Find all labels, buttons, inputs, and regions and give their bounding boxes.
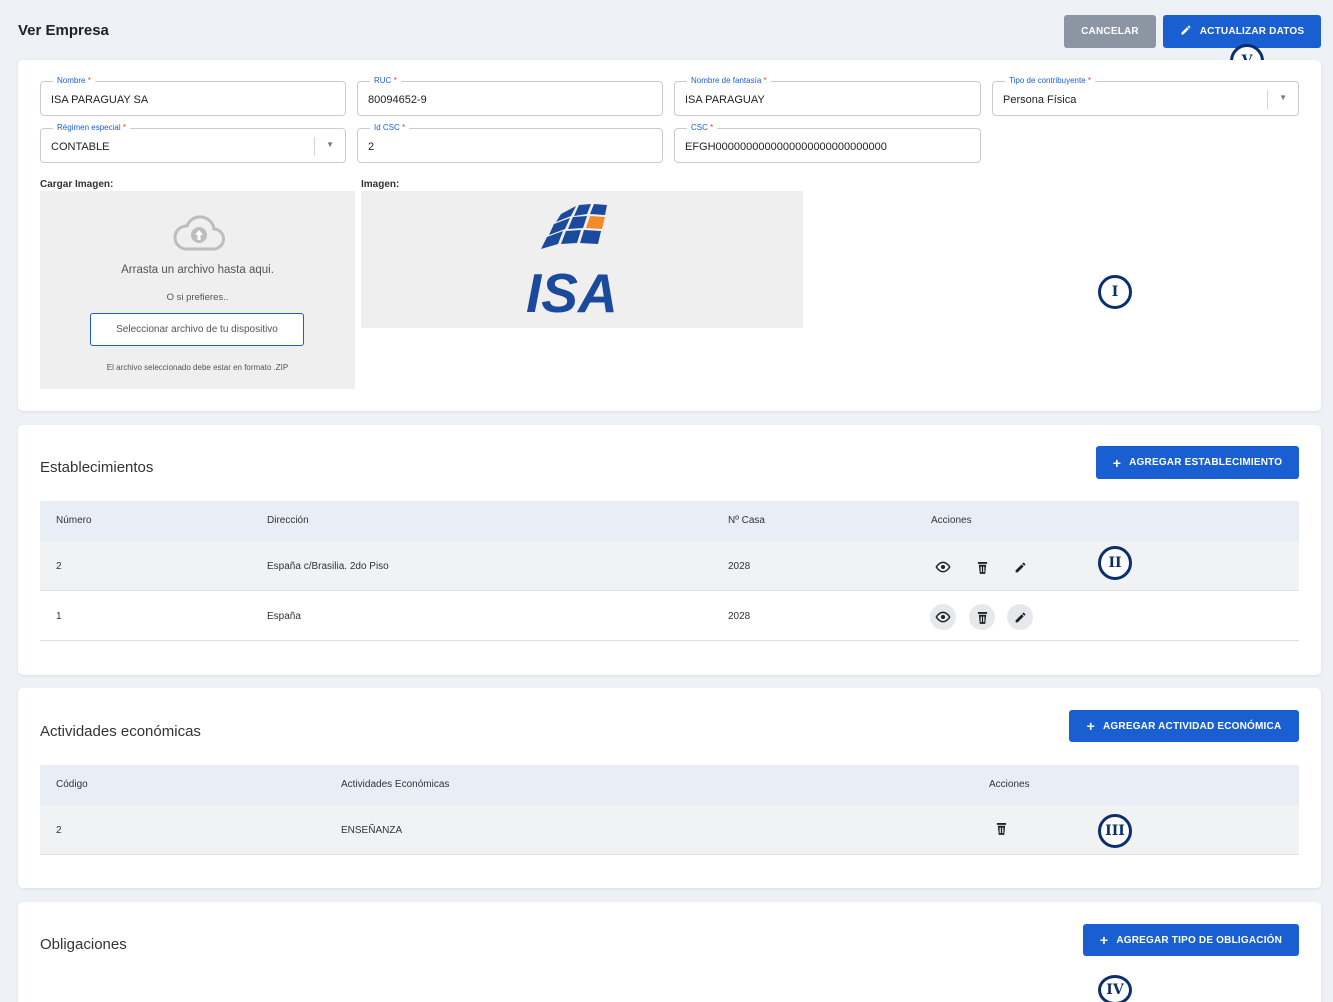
annotation-marker-iii: III: [1098, 814, 1132, 848]
column-header: Número: [56, 515, 92, 526]
add-actividad-label: AGREGAR ACTIVIDAD ECONÓMICA: [1103, 720, 1282, 732]
cell-casa: 2028: [728, 611, 751, 622]
cell-direccion: España: [267, 611, 301, 622]
ruc-value: 80094652-9: [368, 94, 427, 106]
or-text: O si prefieres..: [166, 292, 229, 303]
idcsc-value: 2: [368, 141, 375, 153]
cloud-upload-icon: [173, 215, 225, 251]
nombre-value: ISA PARAGUAY SA: [51, 94, 149, 106]
regimen-label: Régimen especial: [57, 123, 121, 132]
page-title: Ver Empresa: [18, 22, 109, 39]
pencil-icon: [1180, 24, 1192, 39]
upload-label: Cargar Imagen:: [40, 179, 114, 190]
dropdown-arrow-icon[interactable]: ▼: [326, 140, 334, 149]
ruc-label: RUC: [374, 76, 392, 85]
cell-numero: 2: [56, 561, 62, 572]
annotation-marker-i: I: [1098, 275, 1132, 309]
edit-icon[interactable]: [1007, 554, 1033, 580]
cell-codigo: 2: [56, 825, 62, 836]
cell-numero: 1: [56, 611, 62, 622]
view-icon[interactable]: [930, 554, 956, 580]
plus-icon: +: [1099, 932, 1109, 948]
table-row[interactable]: 1 España 2028: [40, 591, 1299, 641]
add-obligacion-label: AGREGAR TIPO DE OBLIGACIÓN: [1116, 934, 1283, 946]
establecimientos-title: Establecimientos: [40, 459, 154, 476]
delete-icon[interactable]: [988, 815, 1014, 841]
actividades-title: Actividades económicas: [40, 723, 201, 740]
csc-label: CSC: [691, 123, 708, 132]
tipo-contribuyente-select[interactable]: Tipo de contribuyente * Persona Física ▼: [992, 76, 1299, 116]
actividades-table-header: Código Actividades Económicas Acciones: [40, 765, 1299, 805]
csc-field[interactable]: CSC * EFGH0000000000000000000000000000: [674, 123, 981, 163]
image-label: Imagen:: [361, 179, 400, 190]
cell-actividad: ENSEÑANZA: [341, 825, 403, 836]
edit-icon[interactable]: [1007, 604, 1033, 630]
csc-value: EFGH0000000000000000000000000000: [685, 141, 887, 153]
column-header: Nº Casa: [728, 515, 765, 526]
cell-direccion: España c/Brasilia. 2do Piso: [267, 561, 389, 572]
contribuyente-label: Tipo de contribuyente: [1009, 76, 1086, 85]
column-header: Código: [56, 779, 88, 790]
regimen-value: CONTABLE: [51, 141, 110, 153]
idcsc-label: Id CSC: [374, 123, 400, 132]
dropdown-arrow-icon[interactable]: ▼: [1279, 93, 1287, 102]
cell-casa: 2028: [728, 561, 751, 572]
establecimientos-table-header: Número Dirección Nº Casa Acciones: [40, 501, 1299, 541]
select-file-button[interactable]: Seleccionar archivo de tu dispositivo: [90, 313, 304, 346]
ruc-field[interactable]: RUC * 80094652-9: [357, 76, 663, 116]
add-establecimiento-button[interactable]: + AGREGAR ESTABLECIMIENTO: [1096, 446, 1299, 479]
cancel-button[interactable]: CANCELAR: [1064, 15, 1156, 48]
page-header: Ver Empresa CANCELAR ACTUALIZAR DATOS: [0, 0, 1333, 60]
nombre-label: Nombre: [57, 76, 86, 85]
nombre-fantasia-field[interactable]: Nombre de fantasía * ISA PARAGUAY: [674, 76, 981, 116]
update-label: ACTUALIZAR DATOS: [1199, 26, 1305, 37]
view-icon[interactable]: [930, 604, 956, 630]
add-actividad-button[interactable]: + AGREGAR ACTIVIDAD ECONÓMICA: [1069, 710, 1299, 742]
add-obligacion-button[interactable]: + AGREGAR TIPO DE OBLIGACIÓN: [1083, 924, 1299, 956]
logo-text: ISA: [526, 262, 618, 324]
column-header: Actividades Económicas: [341, 779, 450, 790]
obligaciones-title: Obligaciones: [40, 936, 127, 953]
column-header: Acciones: [931, 515, 972, 526]
annotation-marker-ii: II: [1098, 546, 1132, 580]
actividades-card: Actividades económicas + AGREGAR ACTIVID…: [18, 688, 1321, 888]
company-form-card: Nombre * ISA PARAGUAY SA RUC * 80094652-…: [18, 60, 1321, 411]
drag-text: Arrasta un archivo hasta aqui.: [121, 264, 274, 276]
annotation-marker-iv: IV: [1098, 975, 1132, 1002]
column-header: Acciones: [989, 779, 1030, 790]
fantasia-label: Nombre de fantasía: [691, 76, 762, 85]
nombre-field[interactable]: Nombre * ISA PARAGUAY SA: [40, 76, 346, 116]
format-hint: El archivo seleccionado debe estar en fo…: [106, 363, 289, 372]
company-image-preview: ISA: [361, 191, 803, 328]
isa-logo: ISA: [526, 204, 618, 324]
regimen-especial-select[interactable]: Régimen especial * CONTABLE ▼: [40, 123, 346, 163]
id-csc-field[interactable]: Id CSC * 2: [357, 123, 663, 163]
fantasia-value: ISA PARAGUAY: [685, 94, 765, 106]
file-drop-zone[interactable]: Arrasta un archivo hasta aqui. O si pref…: [40, 191, 355, 389]
contribuyente-value: Persona Física: [1003, 94, 1077, 106]
delete-icon[interactable]: [969, 554, 995, 580]
plus-icon: +: [1086, 718, 1095, 734]
update-data-button[interactable]: ACTUALIZAR DATOS: [1163, 15, 1321, 48]
cancel-label: CANCELAR: [1081, 26, 1139, 37]
column-header: Dirección: [267, 515, 309, 526]
delete-icon[interactable]: [969, 604, 995, 630]
plus-icon: +: [1112, 454, 1122, 471]
add-establecimiento-label: AGREGAR ESTABLECIMIENTO: [1129, 457, 1283, 468]
